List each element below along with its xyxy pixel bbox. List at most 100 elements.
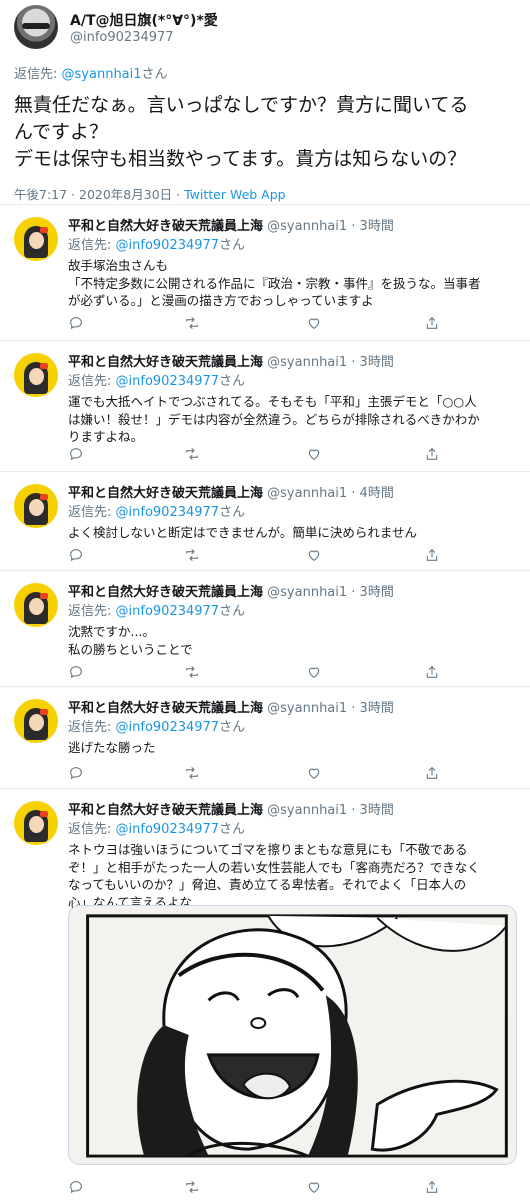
reply-icon[interactable] [68, 765, 86, 783]
share-icon[interactable] [424, 315, 442, 333]
reply-to-suffix: さん [219, 822, 246, 837]
avatar[interactable] [14, 583, 58, 627]
reply-icon[interactable] [68, 446, 86, 464]
tweet-meta: 午後7:17 · 2020年8月30日 · Twitter Web App [14, 184, 286, 203]
attached-image[interactable] [68, 905, 517, 1165]
reply-text-line: は嫌い！殺せ！」デモは内容が全然違う。どちらが排除されるべきかわか [68, 411, 480, 427]
share-icon[interactable] [424, 446, 442, 464]
reply-header: 平和と自然大好き破天荒議員上海 @syannhai1 · 3時間 [68, 215, 394, 234]
handle[interactable]: @syannhai1 [267, 219, 347, 234]
display-name[interactable]: 平和と自然大好き破天荒議員上海 [68, 803, 263, 818]
reply-to-link[interactable]: @info90234977 [116, 505, 220, 520]
reply-header: 平和と自然大好き破天荒議員上海 @syannhai1 · 3時間 [68, 351, 394, 370]
avatar-bow [40, 709, 48, 715]
retweet-icon[interactable] [184, 1179, 202, 1197]
timestamp[interactable]: · 3時間 [351, 701, 394, 716]
reply-tweet[interactable]: 平和と自然大好き破天荒議員上海 @syannhai1 · 3時間 返信先: @i… [0, 204, 530, 340]
retweet-icon[interactable] [184, 446, 202, 464]
handle[interactable]: @syannhai1 [267, 701, 347, 716]
avatar-face [29, 598, 44, 615]
reply-to-link[interactable]: @syannhai1 [62, 67, 142, 82]
reply-icon[interactable] [68, 547, 86, 565]
like-icon[interactable] [306, 765, 324, 783]
reply-tweet[interactable]: 平和と自然大好き破天荒議員上海 @syannhai1 · 3時間 返信先: @i… [0, 340, 530, 471]
retweet-icon[interactable] [184, 547, 202, 565]
handle[interactable]: @syannhai1 [267, 803, 347, 818]
timestamp[interactable]: · 3時間 [351, 585, 394, 600]
reply-text-line: 私の勝ちということで [68, 641, 193, 657]
reply-to-link[interactable]: @info90234977 [116, 720, 220, 735]
display-name[interactable]: 平和と自然大好き破天荒議員上海 [68, 355, 263, 370]
reply-icon[interactable] [68, 315, 86, 333]
avatar[interactable] [14, 353, 58, 397]
tweet-source[interactable]: Twitter Web App [184, 187, 286, 202]
tweet-text-line: 無責任だなぁ。言いっぱなしですか？貴方に聞いてる [14, 94, 469, 116]
reply-text: 逃げたな勝った [68, 739, 518, 757]
reply-to-suffix: さん [219, 238, 246, 253]
display-name[interactable]: 平和と自然大好き破天荒議員上海 [68, 486, 263, 501]
like-icon[interactable] [306, 664, 324, 682]
like-icon[interactable] [306, 547, 324, 565]
handle[interactable]: @syannhai1 [267, 355, 347, 370]
reply-tweet[interactable]: 平和と自然大好き破天荒議員上海 @syannhai1 · 4時間 返信先: @i… [0, 471, 530, 570]
share-icon[interactable] [424, 547, 442, 565]
reply-header: 平和と自然大好き破天荒議員上海 @syannhai1 · 3時間 [68, 697, 394, 716]
avatar[interactable] [14, 699, 58, 743]
share-icon[interactable] [424, 664, 442, 682]
reply-tweet[interactable]: 平和と自然大好き破天荒議員上海 @syannhai1 · 3時間 返信先: @i… [0, 686, 530, 788]
tweet-text: 無責任だなぁ。言いっぱなしですか？貴方に聞いてる んですよ？ デモは保守も相当数… [14, 92, 514, 173]
like-icon[interactable] [306, 446, 324, 464]
retweet-icon[interactable] [184, 315, 202, 333]
timestamp[interactable]: · 4時間 [351, 486, 394, 501]
tweet-time[interactable]: 午後7:17 · 2020年8月30日 · [14, 187, 180, 202]
reply-header: 平和と自然大好き破天荒議員上海 @syannhai1 · 3時間 [68, 799, 394, 818]
display-name[interactable]: 平和と自然大好き破天荒議員上海 [68, 701, 263, 716]
reply-icon[interactable] [68, 1179, 86, 1197]
reply-to-suffix: さん [219, 505, 246, 520]
timestamp[interactable]: · 3時間 [351, 219, 394, 234]
reply-text-line: 沈黙ですか...。 [68, 624, 155, 639]
handle[interactable]: @syannhai1 [267, 585, 347, 600]
reply-text: よく検討しないと断定はできませんが。簡単に決められません [68, 524, 518, 542]
retweet-icon[interactable] [184, 765, 202, 783]
reply-to-label: 返信先: [68, 604, 112, 619]
share-icon[interactable] [424, 765, 442, 783]
reply-text-line: が必ずいる。」と漫画の描き方でおっしゃっていますよ [68, 293, 374, 308]
avatar-face [29, 232, 44, 249]
reply-text: 運でも大抵ヘイトでつぶされてる。そもそも「平和」主張デモと「○○人 は嫌い！殺せ！… [68, 393, 518, 446]
reply-text-line: なってもいいのか？」脅迫、責め立てる卑怯者。それでよく「日本人の [68, 877, 467, 892]
display-name[interactable]: 平和と自然大好き破天荒議員上海 [68, 219, 263, 234]
reply-text-line: 逃げたな勝った [68, 740, 156, 755]
avatar[interactable] [14, 801, 58, 845]
share-icon[interactable] [424, 1179, 442, 1197]
tweet-text-line: んですよ？ [14, 121, 109, 143]
reply-to-link[interactable]: @info90234977 [116, 374, 220, 389]
reply-text-line: ネトウヨは強いほうについてゴマを擦りまともな意見にも「不敬である [68, 842, 468, 857]
reply-tweet[interactable]: 平和と自然大好き破天荒議員上海 @syannhai1 · 3時間 返信先: @i… [0, 570, 530, 686]
display-name[interactable]: 平和と自然大好き破天荒議員上海 [68, 585, 263, 600]
handle[interactable]: @info90234977 [70, 30, 174, 45]
reply-to-suffix: さん [219, 720, 246, 735]
avatar-bow [40, 227, 48, 233]
reply-tweet[interactable]: 平和と自然大好き破天荒議員上海 @syannhai1 · 3時間 返信先: @i… [0, 788, 530, 1200]
reply-to-suffix: さん [219, 374, 246, 389]
reply-to-link[interactable]: @info90234977 [116, 238, 220, 253]
like-icon[interactable] [306, 1179, 324, 1197]
reply-to-line: 返信先: @info90234977さん [68, 716, 245, 735]
reply-to-label: 返信先: [68, 238, 112, 253]
tweet-actions [68, 664, 448, 682]
retweet-icon[interactable] [184, 664, 202, 682]
timestamp[interactable]: · 3時間 [351, 803, 394, 818]
reply-to-link[interactable]: @info90234977 [116, 822, 220, 837]
like-icon[interactable] [306, 315, 324, 333]
reply-text-line: りますよね。 [68, 429, 144, 444]
avatar-face [29, 368, 44, 385]
reply-icon[interactable] [68, 664, 86, 682]
avatar[interactable] [14, 5, 58, 49]
display-name[interactable]: A/T@旭日旗(*°∀°)*愛 [70, 10, 218, 30]
timestamp[interactable]: · 3時間 [351, 355, 394, 370]
reply-to-link[interactable]: @info90234977 [116, 604, 220, 619]
avatar[interactable] [14, 217, 58, 261]
handle[interactable]: @syannhai1 [267, 486, 347, 501]
avatar[interactable] [14, 484, 58, 528]
